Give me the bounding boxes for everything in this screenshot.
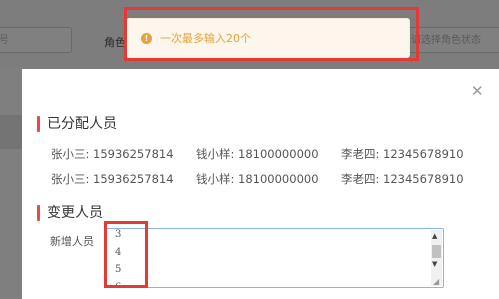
add-personnel-textarea[interactable]: 3 4 5 6 ▲ ▼ ◢ — [105, 228, 444, 288]
person-name: 钱小样: — [196, 147, 235, 161]
person-name: 钱小样: — [196, 172, 235, 186]
assigned-person: 李老四: 12345678910 — [341, 172, 464, 186]
person-phone: 15936257814 — [93, 172, 174, 186]
section-accent-bar — [37, 205, 40, 221]
assigned-person: 钱小样: 18100000000 — [196, 147, 319, 161]
person-name: 张小三: — [51, 172, 90, 186]
person-name: 李老四: — [341, 172, 380, 186]
background-role-label: 角色 — [104, 36, 126, 49]
assigned-person: 张小三: 15936257814 — [51, 147, 174, 161]
close-icon[interactable]: ✕ — [471, 84, 484, 99]
annotation-box-toast — [124, 7, 419, 61]
scroll-down-arrow-icon[interactable]: ▼ — [432, 261, 437, 268]
assigned-section-heading: 已分配人员 — [37, 116, 117, 132]
person-phone: 12345678910 — [383, 172, 464, 186]
person-phone: 18100000000 — [238, 172, 319, 186]
assigned-section-title: 已分配人员 — [47, 116, 117, 132]
person-phone: 12345678910 — [383, 147, 464, 161]
section-accent-bar — [37, 116, 40, 132]
background-search-input[interactable]: 号 — [0, 27, 72, 53]
scroll-thumb[interactable] — [432, 245, 441, 258]
person-phone: 15936257814 — [93, 147, 174, 161]
add-personnel-label: 新增人员 — [50, 235, 94, 248]
change-section-title: 变更人员 — [47, 205, 103, 221]
person-name: 张小三: — [51, 147, 90, 161]
scroll-up-arrow-icon[interactable]: ▲ — [432, 233, 437, 240]
background-side-panel — [0, 115, 22, 149]
person-phone: 18100000000 — [238, 147, 319, 161]
change-section-heading: 变更人员 — [37, 205, 103, 221]
person-name: 李老四: — [341, 147, 380, 161]
assigned-person: 李老四: 12345678910 — [341, 147, 464, 161]
annotation-box-textarea-lines — [104, 221, 148, 288]
resize-grip-icon[interactable]: ◢ — [433, 278, 442, 286]
assigned-person: 张小三: 15936257814 — [51, 172, 174, 186]
assigned-person: 钱小样: 18100000000 — [196, 172, 319, 186]
background-role-status-select[interactable]: 请选择角色状态 — [406, 27, 499, 53]
